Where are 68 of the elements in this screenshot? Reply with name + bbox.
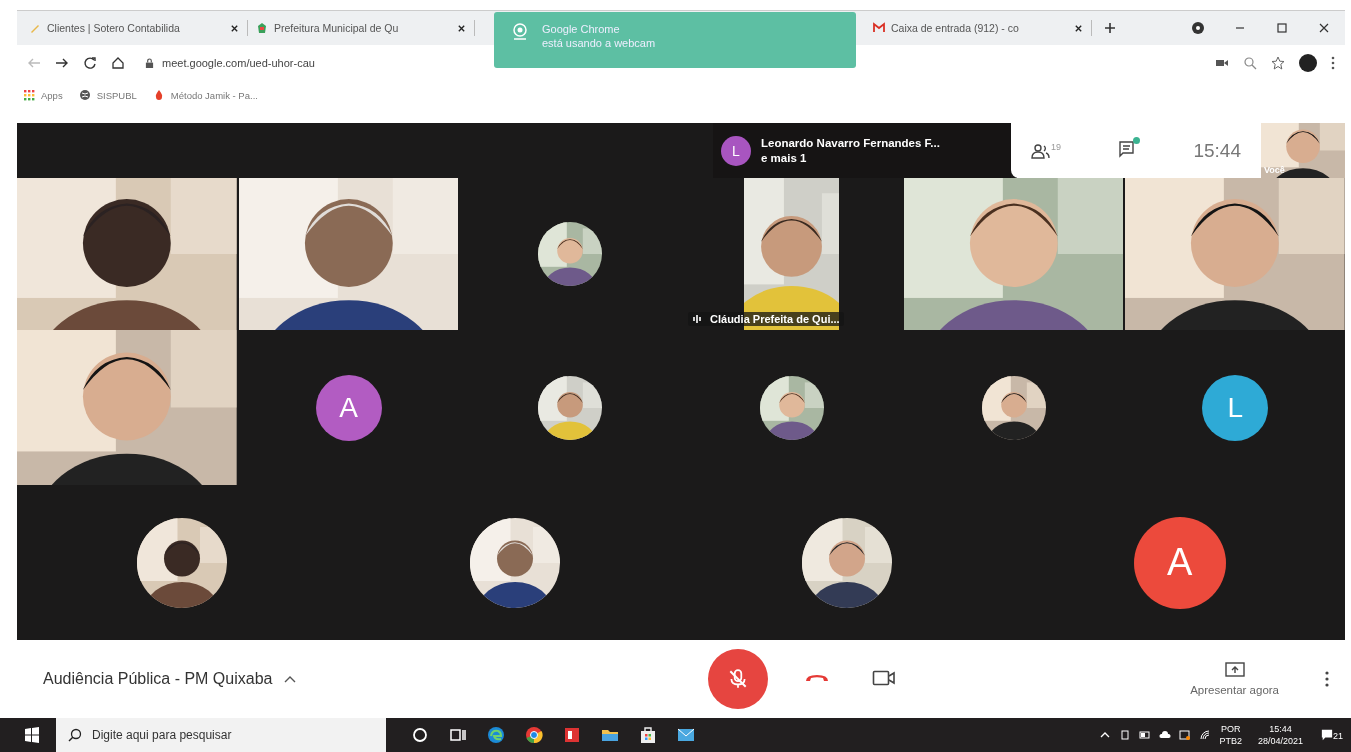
store-icon[interactable] xyxy=(638,725,658,745)
notification-center-button[interactable]: 21 xyxy=(1321,729,1343,741)
presentation-app-icon[interactable] xyxy=(562,725,582,745)
maximize-icon[interactable] xyxy=(1275,21,1289,35)
language-indicator[interactable]: POR PTB2 xyxy=(1219,723,1242,747)
notification-title: Google Chrome xyxy=(542,22,621,36)
close-icon[interactable] xyxy=(1074,23,1083,33)
participant-name: Cláudia Prefeita de Qui... xyxy=(710,313,840,325)
message-icon xyxy=(1321,729,1333,741)
pencil-icon xyxy=(29,22,41,34)
crest-icon xyxy=(256,22,268,34)
webcam-icon xyxy=(510,22,530,42)
close-icon[interactable] xyxy=(1317,21,1331,35)
tab-search-icon[interactable] xyxy=(1191,21,1205,35)
tray-app-icon[interactable] xyxy=(1119,729,1132,741)
chrome-icon[interactable] xyxy=(524,725,544,745)
edge-icon[interactable] xyxy=(486,725,506,745)
camera-icon xyxy=(872,668,897,687)
present-button[interactable]: Apresentar agora xyxy=(1184,661,1285,697)
wifi-icon[interactable] xyxy=(1199,729,1212,741)
windows-start-icon[interactable] xyxy=(24,727,40,743)
tab-title: Caixa de entrada (912) - co xyxy=(891,22,1020,34)
speaker-avatar: L xyxy=(721,135,751,166)
address-bar[interactable]: meet.google.com/ued-uhor-cau xyxy=(162,57,315,69)
reload-icon[interactable] xyxy=(83,56,97,70)
browser-tab[interactable]: Caixa de entrada (912) - co xyxy=(865,13,1091,43)
people-icon xyxy=(1031,141,1051,160)
participant-avatar: A xyxy=(315,374,382,441)
notification-count: 21 xyxy=(1333,731,1343,741)
mail-icon xyxy=(873,22,885,34)
new-tab-icon[interactable] xyxy=(1104,22,1116,34)
speaker-extra: e mais 1 xyxy=(761,150,808,166)
chevron-up-icon[interactable] xyxy=(284,675,297,683)
present-screen-icon xyxy=(1224,662,1245,678)
bookmark[interactable]: Apps xyxy=(23,89,63,101)
people-count: 19 xyxy=(1051,141,1061,152)
meeting-time: 15:44 xyxy=(1193,139,1241,162)
tab-title: Clientes | Sotero Contabilida xyxy=(47,22,181,34)
tray-app-icon[interactable] xyxy=(1179,729,1192,741)
participant-avatar: A xyxy=(1133,516,1226,609)
bookmark[interactable]: SISPUBL xyxy=(78,89,137,101)
tab-title: Prefeitura Municipal de Qu xyxy=(274,22,400,34)
search-field[interactable]: Digite aqui para pesquisar xyxy=(56,718,386,752)
clock[interactable]: 15:44 28/04/2021 xyxy=(1257,723,1303,747)
profile-avatar-icon[interactable] xyxy=(1299,54,1317,72)
browser-tab[interactable]: Prefeitura Municipal de Qu xyxy=(248,13,474,43)
globe-icon xyxy=(78,89,91,101)
browser-tab[interactable]: Clientes | Sotero Contabilida xyxy=(21,13,247,43)
home-icon[interactable] xyxy=(111,56,125,70)
cortana-icon[interactable] xyxy=(410,725,430,745)
apps-grid-icon xyxy=(23,89,35,101)
more-options-icon[interactable] xyxy=(1325,671,1329,687)
notification-message: está usando a webcam xyxy=(542,36,656,50)
participant-avatar: L xyxy=(1202,374,1269,441)
close-icon[interactable] xyxy=(457,23,466,33)
speaking-icon xyxy=(692,314,702,324)
search-icon xyxy=(68,728,82,742)
forward-icon[interactable] xyxy=(55,56,69,70)
battery-icon[interactable] xyxy=(1139,729,1152,741)
star-icon[interactable] xyxy=(1271,56,1285,70)
cloud-icon[interactable] xyxy=(1159,729,1172,741)
meeting-title[interactable]: Audiência Pública - PM Quixaba xyxy=(43,670,273,688)
bookmark[interactable]: Método Jamik - Pa... xyxy=(152,89,258,101)
menu-icon[interactable] xyxy=(1331,56,1335,70)
close-icon[interactable] xyxy=(230,23,239,33)
speaker-name: Leonardo Navarro Fernandes F... xyxy=(761,135,940,151)
lock-icon xyxy=(145,57,154,69)
zoom-icon[interactable] xyxy=(1243,56,1257,70)
